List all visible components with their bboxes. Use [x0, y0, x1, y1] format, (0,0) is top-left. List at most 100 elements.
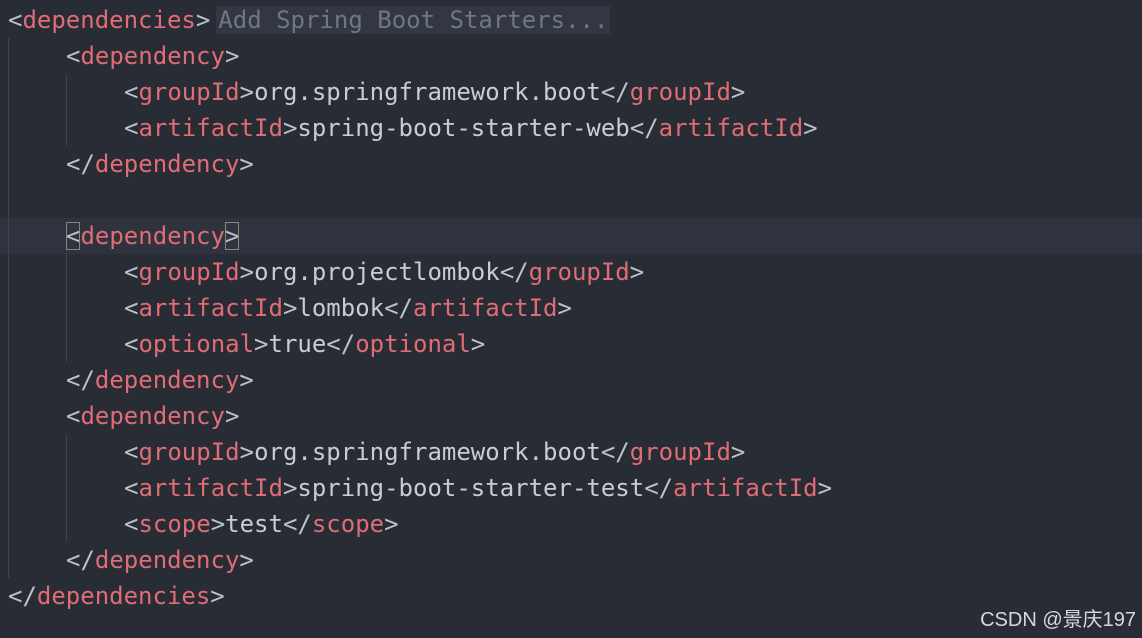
- code-content: <dependency>: [66, 38, 239, 74]
- close-angle-bracket: >: [224, 402, 240, 430]
- open-angle-bracket: <: [124, 438, 139, 466]
- close-tag-name: dependency: [94, 366, 240, 394]
- code-content: </dependency>: [66, 542, 254, 578]
- end-tag-open-bracket: </: [384, 294, 414, 322]
- end-tag-close-bracket: >: [239, 366, 254, 394]
- close-tag-name: optional: [355, 330, 471, 358]
- end-tag-open-bracket: </: [644, 474, 674, 502]
- code-line[interactable]: <artifactId>lombok</artifactId>: [0, 290, 1142, 326]
- close-tag-name: dependencies: [36, 582, 211, 610]
- code-content: <artifactId>spring-boot-starter-web</art…: [124, 110, 818, 146]
- indent-guide: [66, 254, 67, 362]
- end-tag-close-bracket: >: [803, 114, 818, 142]
- close-angle-bracket: >: [224, 42, 240, 70]
- end-tag-close-bracket: >: [210, 582, 225, 610]
- end-tag-open-bracket: </: [66, 150, 95, 178]
- close-tag-name: dependency: [94, 150, 240, 178]
- code-content: <optional>true</optional>: [124, 326, 485, 362]
- end-tag-open-bracket: </: [326, 330, 356, 358]
- open-tag-name: dependency: [80, 42, 225, 70]
- open-tag-name: groupId: [138, 438, 240, 466]
- open-angle-bracket: <: [124, 294, 139, 322]
- code-content: <groupId>org.projectlombok</groupId>: [124, 254, 644, 290]
- open-angle-bracket: <: [66, 42, 81, 70]
- code-line[interactable]: <dependency>: [0, 398, 1142, 434]
- open-tag-name: artifactId: [138, 294, 283, 322]
- close-angle-bracket: >: [195, 6, 211, 34]
- code-line[interactable]: <artifactId>spring-boot-starter-test</ar…: [0, 470, 1142, 506]
- code-line[interactable]: <optional>true</optional>: [0, 326, 1142, 362]
- inline-hint: Add Spring Boot Starters...: [216, 6, 611, 34]
- close-angle-bracket: >: [239, 258, 255, 286]
- tag-value: org.projectlombok: [254, 258, 500, 286]
- code-line[interactable]: </dependency>: [0, 542, 1142, 578]
- open-tag-name: artifactId: [138, 114, 283, 142]
- tag-value: org.springframework.boot: [254, 438, 601, 466]
- open-angle-bracket: <: [66, 402, 81, 430]
- code-line[interactable]: <artifactId>spring-boot-starter-web</art…: [0, 110, 1142, 146]
- code-content: <artifactId>spring-boot-starter-test</ar…: [124, 470, 832, 506]
- tag-value: spring-boot-starter-test: [297, 474, 645, 502]
- code-line[interactable]: <dependency>: [0, 218, 1142, 254]
- code-line[interactable]: <groupId>org.springframework.boot</group…: [0, 74, 1142, 110]
- open-tag-name: optional: [138, 330, 255, 358]
- end-tag-open-bracket: </: [66, 366, 95, 394]
- end-tag-close-bracket: >: [730, 438, 746, 466]
- code-content: <dependency>: [66, 218, 240, 254]
- code-line[interactable]: <dependencies> Add Spring Boot Starters..…: [0, 2, 1142, 38]
- watermark: CSDN @景庆197: [980, 609, 1136, 631]
- open-angle-bracket: <: [124, 78, 139, 106]
- end-tag-close-bracket: >: [239, 150, 254, 178]
- code-content: <dependency>: [66, 398, 239, 434]
- close-tag-name: artifactId: [673, 474, 818, 502]
- open-angle-bracket: <: [124, 330, 139, 358]
- end-tag-open-bracket: </: [8, 582, 37, 610]
- code-content: </dependencies>: [8, 578, 225, 614]
- open-angle-bracket: <: [124, 258, 139, 286]
- code-line[interactable]: <groupId>org.springframework.boot</group…: [0, 434, 1142, 470]
- tag-value: org.springframework.boot: [254, 78, 601, 106]
- close-tag-name: groupId: [528, 258, 630, 286]
- end-tag-open-bracket: </: [600, 78, 630, 106]
- indent-guide: [66, 74, 67, 146]
- code-content: <artifactId>lombok</artifactId>: [124, 290, 572, 326]
- code-line[interactable]: [0, 182, 1142, 218]
- code-content: <groupId>org.springframework.boot</group…: [124, 74, 745, 110]
- close-tag-name: groupId: [629, 438, 731, 466]
- open-angle-bracket: <: [66, 222, 81, 250]
- code-line[interactable]: <groupId>org.projectlombok</groupId>: [0, 254, 1142, 290]
- end-tag-open-bracket: </: [629, 114, 659, 142]
- end-tag-open-bracket: </: [600, 438, 630, 466]
- end-tag-open-bracket: </: [66, 546, 95, 574]
- close-tag-name: artifactId: [413, 294, 558, 322]
- close-angle-bracket: >: [282, 474, 298, 502]
- code-line[interactable]: </dependency>: [0, 146, 1142, 182]
- tag-value: true: [268, 330, 327, 358]
- close-angle-bracket: >: [282, 294, 298, 322]
- open-angle-bracket: <: [8, 6, 23, 34]
- code-line[interactable]: <scope>test</scope>: [0, 506, 1142, 542]
- open-tag-name: artifactId: [138, 474, 283, 502]
- end-tag-close-bracket: >: [730, 78, 746, 106]
- code-line[interactable]: <dependency>: [0, 38, 1142, 74]
- close-tag-name: scope: [311, 510, 385, 538]
- open-tag-name: groupId: [138, 258, 240, 286]
- code-line[interactable]: </dependencies>: [0, 578, 1142, 614]
- close-tag-name: groupId: [629, 78, 731, 106]
- open-angle-bracket: <: [124, 114, 139, 142]
- code-line[interactable]: </dependency>: [0, 362, 1142, 398]
- code-content: </dependency>: [66, 146, 254, 182]
- close-angle-bracket: >: [239, 438, 255, 466]
- open-tag-name: groupId: [138, 78, 240, 106]
- code-editor[interactable]: <dependencies> Add Spring Boot Starters..…: [0, 0, 1142, 638]
- open-angle-bracket: <: [124, 474, 139, 502]
- tag-value: lombok: [297, 294, 385, 322]
- end-tag-close-bracket: >: [817, 474, 833, 502]
- indent-guide: [8, 38, 9, 578]
- code-content: <dependencies> Add Spring Boot Starters..…: [8, 2, 611, 38]
- close-tag-name: dependency: [94, 546, 240, 574]
- tag-value: spring-boot-starter-web: [297, 114, 630, 142]
- end-tag-close-bracket: >: [557, 294, 572, 322]
- indent-guide: [66, 434, 67, 542]
- tag-value: test: [225, 510, 283, 538]
